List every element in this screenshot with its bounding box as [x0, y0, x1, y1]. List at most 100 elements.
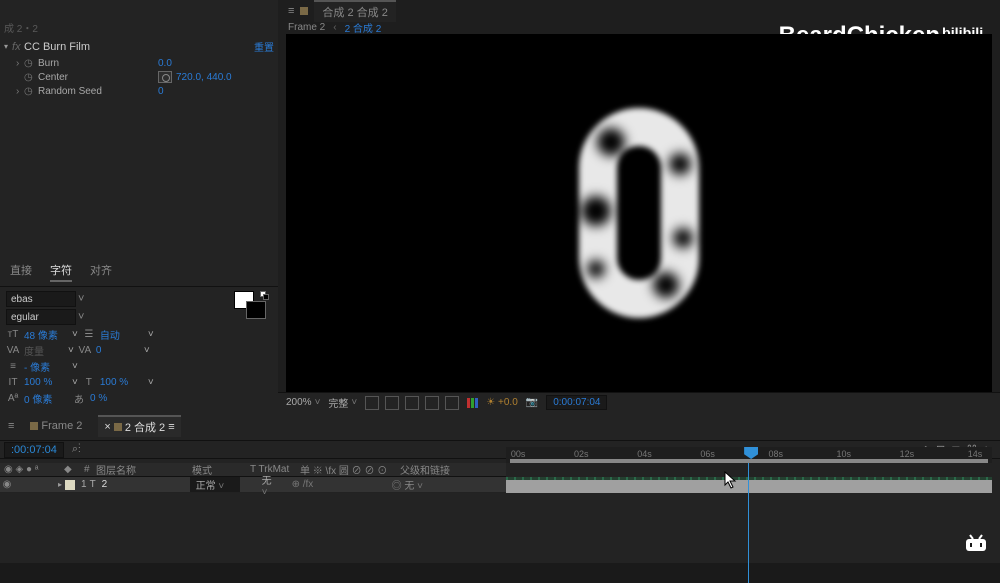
crumb-frame[interactable]: Frame 2	[288, 22, 325, 33]
search-icon[interactable]: ⌕⁝	[72, 443, 81, 456]
viewer-controls: 200%˅ 完整˅ ☀ +0.0 📷 0:00:07:04	[278, 392, 1000, 412]
ruler-label: 10s	[836, 449, 851, 459]
kerning-icon: VA	[6, 345, 20, 356]
prop-value[interactable]: 0	[158, 86, 164, 97]
switches-cells[interactable]: ⊕ /fx	[286, 479, 386, 490]
left-panels: 成 2・2 ▾ fx CC Burn Film 重置 › ◷ Burn 0.0 …	[0, 0, 278, 412]
stroke-color[interactable]	[246, 301, 266, 319]
channel-icon[interactable]	[467, 398, 478, 408]
mask-toggle-icon[interactable]	[385, 396, 399, 410]
font-weight-dropdown[interactable]	[6, 309, 76, 325]
effect-header[interactable]: ▾ fx CC Burn Film 重置	[0, 37, 278, 56]
parent-header[interactable]: 父级和链接	[396, 462, 454, 477]
stroke-icon: ≡	[6, 361, 20, 372]
playhead-line[interactable]	[748, 463, 749, 583]
tracking-value[interactable]: 0	[96, 345, 140, 356]
chevron-down-icon[interactable]: ˅	[78, 293, 84, 305]
composition-viewer[interactable]	[286, 34, 992, 392]
resolution-dropdown[interactable]: 完整˅	[328, 395, 357, 410]
playhead-icon[interactable]	[744, 447, 758, 459]
ruler-label: 06s	[700, 449, 715, 459]
effect-breadcrumb[interactable]: 成 2・2	[0, 18, 278, 37]
baseline-value[interactable]: 0 像素	[24, 391, 68, 406]
tab-essential[interactable]: 直接	[10, 262, 32, 282]
mode-header[interactable]: 模式	[188, 462, 246, 477]
kerning-value[interactable]: 度量	[24, 343, 64, 358]
panel-menu-icon[interactable]: ≡	[8, 420, 14, 432]
stopwatch-icon[interactable]: ◷	[24, 86, 38, 97]
prop-value[interactable]: 720.0, 440.0	[176, 72, 232, 83]
vscale-value[interactable]: 100 %	[24, 377, 68, 388]
font-family-dropdown[interactable]	[6, 291, 76, 307]
trkmat-dropdown[interactable]: 无 ˅	[256, 472, 286, 498]
label-column[interactable]: ◆	[60, 464, 80, 475]
parent-pickwhip-icon[interactable]: ◎ 无 ˅	[386, 477, 423, 492]
preview-time[interactable]: 0:00:07:04	[546, 395, 607, 410]
char-panel-tabs: 直接 字符 对齐	[0, 258, 278, 287]
switches-header[interactable]: 单 ※ \fx 圆 ⊘ ⊘ ⊙	[296, 462, 396, 477]
point-picker-icon[interactable]	[158, 71, 172, 83]
bilibili-tv-icon	[964, 533, 988, 553]
leading-icon: ☰	[82, 329, 96, 340]
chevron-right-icon[interactable]: ›	[16, 86, 24, 97]
color-swatch[interactable]	[234, 291, 272, 321]
exposure-value[interactable]: ☀ +0.0	[486, 397, 518, 408]
timeline-ruler[interactable]: 00s 02s 04s 06s 08s 10s 12s 14s	[506, 447, 992, 463]
current-time-input[interactable]: :00:07:04	[4, 442, 64, 458]
baseline-icon: Aª	[6, 393, 20, 404]
roi-icon[interactable]	[405, 396, 419, 410]
layer-name[interactable]: 2	[102, 479, 190, 490]
tsume-value[interactable]: 0 %	[90, 393, 134, 404]
effect-name: CC Burn Film	[24, 41, 250, 53]
timeline-tab-comp[interactable]: × 2 合成 2 ≡	[98, 415, 180, 437]
layer-row[interactable]: ◉ ▸ 1 T 2 正常 ˅ 无 ˅ ⊕ /fx ◎ 无 ˅	[0, 477, 506, 493]
layer-number: 1	[81, 479, 87, 490]
composition-panel: ≡ 合成 2 合成 2 Frame 2 ‹ 2 合成 2 BeardChicke…	[278, 0, 1000, 412]
tracking-icon: VA	[78, 345, 92, 356]
timeline-tab-frame[interactable]: Frame 2	[24, 418, 88, 434]
prop-random-seed: › ◷ Random Seed 0	[0, 84, 278, 98]
prop-center: ◷ Center 720.0, 440.0	[0, 70, 278, 84]
blend-mode-dropdown[interactable]: 正常 ˅	[190, 477, 240, 492]
character-panel: 直接 字符 对齐 ˅ ˅ ᴛT48 像素˅ ☰自动˅ VA度量˅ VA0˅ ≡-…	[0, 258, 278, 412]
rendered-content	[579, 108, 699, 318]
effect-controls-panel: 成 2・2 ▾ fx CC Burn Film 重置 › ◷ Burn 0.0 …	[0, 18, 278, 258]
stopwatch-icon[interactable]: ◷	[24, 72, 38, 83]
leading-value[interactable]: 自动	[100, 327, 144, 342]
disclosure-triangle-icon[interactable]: ▾	[4, 42, 8, 51]
transparency-grid-icon[interactable]	[365, 396, 379, 410]
tab-align[interactable]: 对齐	[90, 262, 112, 282]
snapshot-icon[interactable]: 📷	[526, 397, 538, 408]
source-name-header[interactable]: 图层名称	[92, 462, 188, 477]
hscale-value[interactable]: 100 %	[100, 377, 144, 388]
chevron-right-icon[interactable]: ›	[16, 58, 24, 69]
hscale-icon: T	[82, 377, 96, 388]
panel-menu-icon[interactable]: ≡	[288, 5, 294, 17]
tab-character[interactable]: 字符	[50, 262, 72, 282]
effect-reset[interactable]: 重置	[254, 39, 274, 54]
layer-color-label[interactable]	[65, 480, 75, 490]
font-size-value[interactable]: 48 像素	[24, 327, 68, 342]
stroke-value[interactable]: - 像素	[24, 359, 68, 374]
comp-color-dot	[300, 7, 308, 15]
av-column-icons[interactable]: ◉ ◈ ● ᵃ	[0, 464, 60, 475]
prop-name: Burn	[38, 58, 158, 69]
prop-name: Center	[38, 72, 158, 83]
stopwatch-icon[interactable]: ◷	[24, 58, 38, 69]
composition-breadcrumbs: Frame 2 ‹ 2 合成 2	[288, 20, 381, 35]
prop-value[interactable]: 0.0	[158, 58, 172, 69]
chevron-down-icon[interactable]: ˅	[78, 311, 84, 323]
prop-name: Random Seed	[38, 86, 158, 97]
grid-icon[interactable]	[425, 396, 439, 410]
ruler-label: 04s	[637, 449, 652, 459]
crumb-comp[interactable]: 2 合成 2	[345, 20, 382, 35]
visibility-icon[interactable]: ◉	[0, 479, 14, 490]
guides-icon[interactable]	[445, 396, 459, 410]
layer-columns-header: ◉ ◈ ● ᵃ ◆ # 图层名称 模式 T TrkMat 单 ※ \fx 圆 ⊘…	[0, 463, 506, 477]
disclosure-triangle-icon[interactable]: ▸	[58, 480, 62, 489]
font-size-icon: ᴛT	[6, 329, 20, 340]
ruler-label: 12s	[900, 449, 915, 459]
zoom-dropdown[interactable]: 200%˅	[286, 397, 320, 408]
composition-tab[interactable]: 合成 2 合成 2	[314, 0, 395, 22]
layer-type-icon: T	[90, 479, 102, 490]
